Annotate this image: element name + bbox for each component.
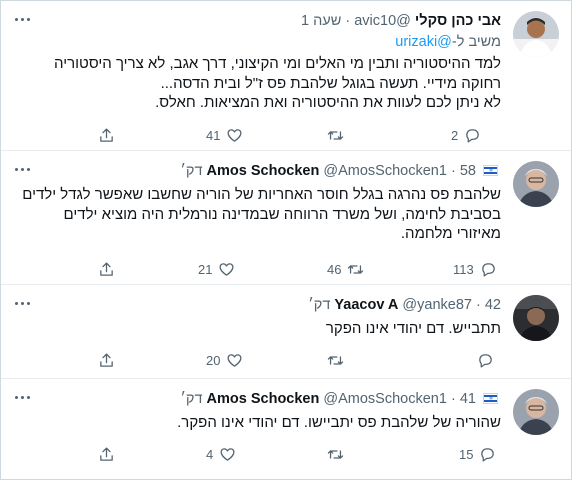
more-options-icon[interactable] (11, 161, 33, 177)
tweet[interactable]: ✡ Amos Schocken @AmosSchocken1 · 41 דק׳ … (1, 379, 571, 479)
retweet-button[interactable] (327, 125, 350, 145)
tweet[interactable]: ✡ Amos Schocken @AmosSchocken1 · 58 דק׳ … (1, 151, 571, 285)
retweet-count: 46 (327, 261, 342, 277)
tweet-actions: 41 2 (1, 125, 571, 145)
share-button[interactable] (98, 259, 115, 279)
tweet-header: אבי כהן סקלי @avic10 · שעה 1 (301, 12, 501, 30)
avatar[interactable] (513, 161, 559, 207)
handle[interactable]: @yanke87 (402, 297, 472, 313)
avatar[interactable] (513, 389, 559, 435)
tweet-header: Yaacov A @yanke87 · 42 דק׳ (308, 296, 501, 314)
more-options-icon[interactable] (11, 11, 33, 27)
reply-button[interactable] (471, 350, 494, 370)
more-options-icon[interactable] (11, 389, 33, 405)
handle[interactable]: @AmosSchocken1 (323, 391, 447, 407)
retweet-icon (348, 264, 364, 274)
like-button[interactable]: 4 (206, 444, 236, 464)
retweet-button[interactable] (327, 350, 350, 370)
reply-count: 113 (453, 261, 474, 277)
reply-count: 2 (451, 127, 459, 143)
avatar[interactable] (513, 11, 559, 57)
display-name[interactable]: אבי כהן סקלי (415, 13, 501, 29)
like-count: 20 (206, 352, 221, 368)
retweet-icon (327, 130, 344, 140)
reply-icon (481, 447, 495, 462)
tweet-text: תתבייש. דם יהודי אינו הפקר (325, 320, 501, 337)
tweet-text: שהוריה של שלהבת פס יתביישו. דם יהודי אינ… (177, 414, 501, 431)
tweet-thread: אבי כהן סקלי @avic10 · שעה 1 משיב ל-@uri… (0, 0, 572, 480)
tweet-text: למד ההיסטוריה ותבין מי האלים ומי הקיצוני… (54, 55, 501, 111)
separator-dot: · (450, 163, 456, 179)
avatar[interactable] (513, 295, 559, 341)
tweet[interactable]: Yaacov A @yanke87 · 42 דק׳ תתבייש. דם יה… (1, 285, 571, 379)
reply-icon (481, 262, 495, 277)
retweet-icon (327, 355, 344, 365)
reply-icon (479, 353, 492, 368)
israel-flag-icon: ✡ (483, 393, 498, 404)
reply-icon (466, 128, 480, 143)
separator-dot: · (450, 391, 456, 407)
tweet-actions: 21 46 113 (1, 259, 571, 279)
retweet-button[interactable]: 46 (327, 259, 364, 279)
tweet-text: שלהבת פס נהרגה בגלל חוסר האחריות של הורי… (22, 186, 501, 242)
like-count: 21 (198, 261, 213, 277)
more-options-icon[interactable] (11, 295, 33, 311)
heart-icon (219, 262, 234, 276)
share-icon (100, 127, 113, 142)
like-count: 4 (206, 446, 214, 462)
reply-button[interactable]: 15 (459, 444, 496, 464)
separator-dot: · (345, 13, 351, 29)
tweet-header: ✡ Amos Schocken @AmosSchocken1 · 41 דק׳ (180, 390, 501, 408)
reply-button[interactable]: 113 (453, 259, 497, 279)
like-button[interactable]: 20 (206, 350, 243, 370)
share-button[interactable] (98, 125, 115, 145)
reply-button[interactable]: 2 (451, 125, 481, 145)
like-button[interactable]: 41 (206, 125, 243, 145)
tweet-actions: 4 15 (1, 444, 571, 464)
handle[interactable]: @AmosSchocken1 (323, 163, 447, 179)
retweet-icon (327, 449, 344, 459)
separator-dot: · (475, 297, 481, 313)
tweet-header: ✡ Amos Schocken @AmosSchocken1 · 58 דק׳ (180, 162, 501, 180)
tweet[interactable]: אבי כהן סקלי @avic10 · שעה 1 משיב ל-@uri… (1, 1, 571, 151)
timestamp[interactable]: שעה 1 (301, 13, 341, 29)
share-button[interactable] (98, 444, 115, 464)
replying-to-label: משיב ל- (451, 34, 501, 50)
tweet-actions: 20 (1, 350, 571, 370)
display-name[interactable]: Amos Schocken (207, 163, 320, 179)
heart-icon (227, 128, 242, 142)
share-icon (100, 352, 113, 367)
like-button[interactable]: 21 (198, 259, 235, 279)
reply-count: 15 (459, 446, 474, 462)
handle[interactable]: @avic10 (354, 13, 411, 29)
replying-to: משיב ל-@urizaki (395, 34, 501, 50)
heart-icon (227, 353, 242, 367)
retweet-button[interactable] (327, 444, 350, 464)
display-name[interactable]: Amos Schocken (207, 391, 320, 407)
replying-to-user-link[interactable]: @urizaki (395, 34, 452, 50)
israel-flag-icon: ✡ (483, 165, 498, 176)
share-icon (100, 261, 113, 276)
share-icon (100, 446, 113, 461)
like-count: 41 (206, 127, 221, 143)
heart-icon (220, 447, 235, 461)
share-button[interactable] (98, 350, 115, 370)
display-name[interactable]: Yaacov A (334, 297, 398, 313)
